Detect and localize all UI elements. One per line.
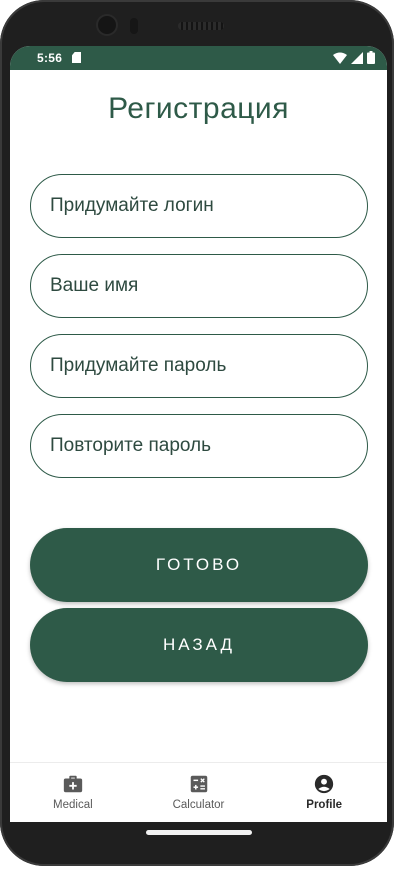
nav-item-profile[interactable]: Profile (261, 763, 387, 822)
phone-top-bezel (60, 8, 334, 42)
sensor (130, 18, 138, 34)
repeat-password-field[interactable] (30, 414, 368, 478)
medical-kit-icon (63, 775, 82, 793)
status-icons (333, 51, 375, 64)
phone-frame: 5:56 Регистрация Придумайте логин Ваше и… (0, 0, 394, 866)
gesture-navigation-area (0, 822, 394, 866)
calculator-icon (190, 775, 207, 793)
nav-label-calculator: Calculator (172, 799, 225, 811)
signal-icon (351, 51, 363, 64)
name-input[interactable] (50, 275, 367, 297)
nav-label-profile: Profile (306, 799, 343, 811)
status-bar: 5:56 (10, 46, 387, 70)
done-button[interactable]: ГОТОВО (30, 528, 368, 602)
back-button[interactable]: НАЗАД (30, 608, 368, 682)
battery-icon (367, 51, 375, 64)
page-title: Регистрация (108, 92, 289, 125)
app-screen: 5:56 Регистрация Придумайте логин Ваше и… (10, 46, 387, 822)
wifi-icon (333, 52, 347, 64)
profile-icon (315, 774, 334, 794)
sd-card-icon (72, 52, 81, 63)
nav-label-medical: Medical (53, 799, 93, 811)
repeat-password-input[interactable] (50, 435, 367, 457)
password-input[interactable] (50, 355, 367, 377)
nav-item-calculator[interactable]: Calculator (136, 763, 262, 822)
password-field[interactable] (30, 334, 368, 398)
login-field[interactable] (30, 174, 368, 238)
home-gesture-handle[interactable] (146, 830, 252, 835)
name-field[interactable] (30, 254, 368, 318)
status-time: 5:56 (37, 51, 63, 65)
bottom-navigation: Medical Calculator Profile (10, 762, 387, 822)
login-input[interactable] (50, 195, 367, 217)
earpiece-speaker (178, 22, 224, 30)
front-camera (98, 16, 116, 34)
nav-item-medical[interactable]: Medical (10, 763, 136, 822)
